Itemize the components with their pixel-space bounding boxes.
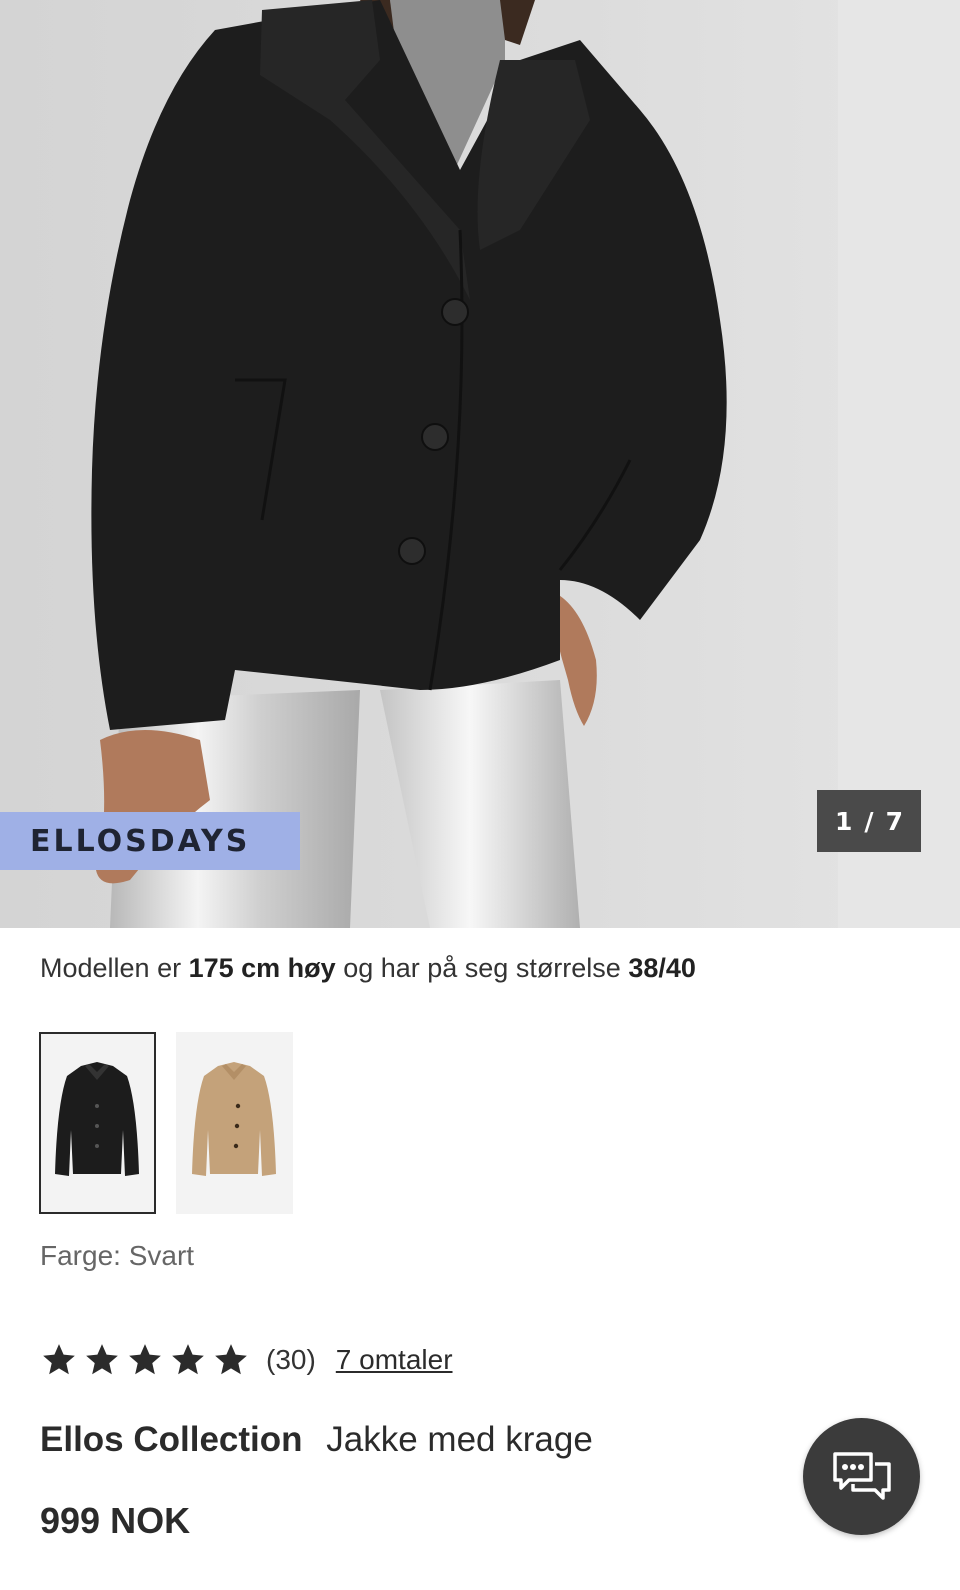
chat-button[interactable] — [803, 1418, 920, 1535]
model-info-prefix: Modellen er — [40, 953, 182, 983]
color-swatch-beige[interactable] — [176, 1032, 293, 1214]
product-title: Ellos Collection Jakke med krage — [40, 1420, 593, 1460]
star-icon — [43, 1344, 75, 1375]
reviews-link[interactable]: 7 omtaler — [336, 1344, 453, 1376]
black-coat-thumbnail — [55, 1062, 139, 1176]
color-swatch-black[interactable] — [39, 1032, 156, 1214]
counter-current: 1 — [835, 806, 853, 836]
product-price: 999 NOK — [40, 1500, 191, 1541]
image-counter: 1 / 7 — [817, 790, 921, 852]
model-height: 175 cm høy — [188, 953, 336, 983]
star-icon — [86, 1344, 118, 1375]
star-icon — [172, 1344, 204, 1375]
model-info: Modellen er 175 cm høy og har på seg stø… — [40, 953, 696, 984]
rating: (30) 7 omtaler — [40, 1338, 453, 1382]
counter-separator: / — [864, 806, 874, 836]
product-photo — [0, 0, 960, 928]
brand-name[interactable]: Ellos Collection — [40, 1420, 303, 1459]
rating-count: (30) — [266, 1344, 316, 1375]
product-name: Jakke med krage — [326, 1420, 593, 1459]
model-size: 38/40 — [628, 953, 696, 983]
counter-total: 7 — [885, 806, 903, 836]
star-rating — [40, 1341, 250, 1379]
star-icon — [215, 1344, 247, 1375]
product-image[interactable]: ELLOSDAYS 1 / 7 — [0, 0, 960, 928]
color-label: Farge: Svart — [40, 1240, 195, 1271]
beige-coat-thumbnail — [192, 1062, 276, 1176]
star-icon — [129, 1344, 161, 1375]
chat-bubbles-icon — [832, 1451, 891, 1500]
model-info-middle: og har på seg størrelse — [343, 953, 621, 983]
promo-badge: ELLOSDAYS — [0, 812, 300, 870]
